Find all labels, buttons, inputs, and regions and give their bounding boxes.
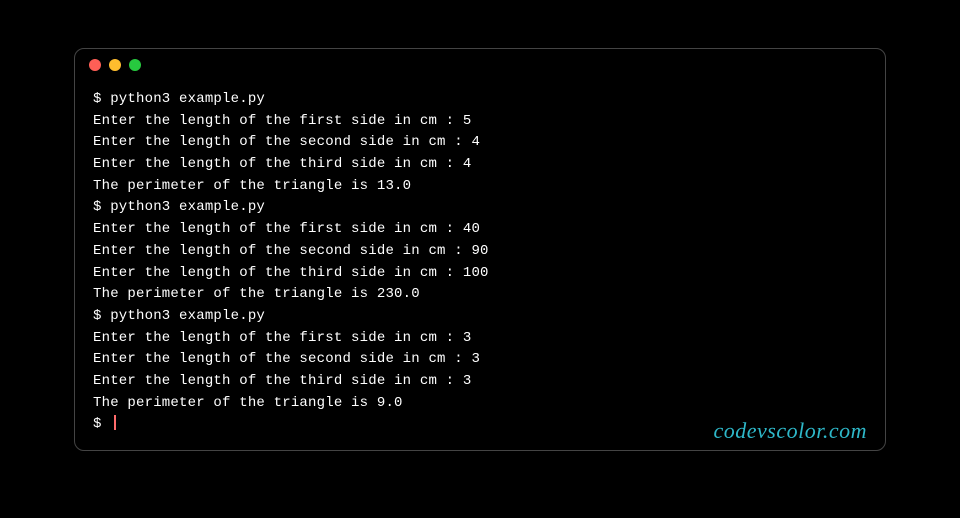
terminal-line: $ python3 example.py: [93, 306, 867, 328]
close-icon[interactable]: [89, 59, 101, 71]
terminal-line: Enter the length of the second side in c…: [93, 241, 867, 263]
terminal-line: Enter the length of the first side in cm…: [93, 219, 867, 241]
terminal-window: $ python3 example.py Enter the length of…: [74, 48, 886, 451]
watermark: codevscolor.com: [713, 418, 867, 444]
cursor-icon: [114, 415, 116, 430]
terminal-line: Enter the length of the third side in cm…: [93, 371, 867, 393]
terminal-line: $ python3 example.py: [93, 89, 867, 111]
title-bar: [75, 49, 885, 81]
terminal-line: Enter the length of the third side in cm…: [93, 154, 867, 176]
terminal-line: Enter the length of the first side in cm…: [93, 111, 867, 133]
prompt-symbol: $: [93, 416, 110, 432]
terminal-line: The perimeter of the triangle is 9.0: [93, 393, 867, 415]
terminal-line: $ python3 example.py: [93, 197, 867, 219]
terminal-line: Enter the length of the first side in cm…: [93, 328, 867, 350]
terminal-line: The perimeter of the triangle is 230.0: [93, 284, 867, 306]
zoom-icon[interactable]: [129, 59, 141, 71]
terminal-line: Enter the length of the second side in c…: [93, 349, 867, 371]
terminal-line: The perimeter of the triangle is 13.0: [93, 176, 867, 198]
minimize-icon[interactable]: [109, 59, 121, 71]
terminal-body[interactable]: $ python3 example.py Enter the length of…: [75, 81, 885, 450]
terminal-line: Enter the length of the third side in cm…: [93, 263, 867, 285]
terminal-line: Enter the length of the second side in c…: [93, 132, 867, 154]
